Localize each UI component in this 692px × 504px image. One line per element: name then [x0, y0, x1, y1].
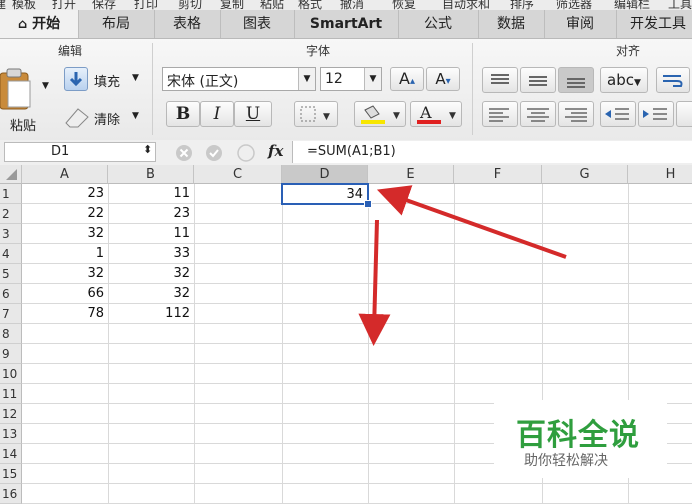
align-top-icon — [491, 74, 509, 84]
paint-bucket-icon: ▼ — [361, 105, 400, 124]
watermark-subtitle: 助你轻松解决 — [524, 453, 608, 469]
group-divider — [472, 43, 473, 135]
toolbar-item[interactable]: 剪切 — [178, 0, 202, 10]
fill-color-button[interactable]: ▼ — [354, 101, 406, 127]
toolbar-item[interactable]: 工具 — [668, 0, 692, 10]
arrow-to-cell — [376, 185, 567, 259]
home-icon: ⌂ — [17, 17, 28, 32]
fx-label[interactable]: fx — [268, 142, 283, 160]
eraser-icon[interactable] — [62, 105, 92, 129]
align-more-button[interactable] — [676, 101, 692, 127]
svg-text:▼: ▼ — [323, 112, 330, 122]
tab-tables[interactable]: 表格 — [154, 10, 221, 38]
increase-indent-icon — [643, 108, 667, 120]
fill-icon[interactable] — [64, 67, 88, 91]
toolbar-item[interactable]: 保存 — [92, 0, 116, 10]
toolbar-item[interactable]: 打开 — [52, 0, 76, 10]
group-divider — [152, 43, 153, 135]
underline-button[interactable]: U — [234, 101, 272, 127]
toolbar-item[interactable]: 撤消 — [340, 0, 364, 10]
stepper-icon: ⬍ — [143, 143, 153, 156]
italic-button[interactable]: I — [200, 101, 234, 127]
chevron-down-icon: ▼ — [298, 68, 315, 90]
top-toolbar: 建 模板 打开 保存 打印 剪切 复制 粘贴 格式 撤消 恢复 自动求和 排序 … — [0, 0, 692, 10]
toolbar-item[interactable]: 模板 — [12, 0, 36, 10]
svg-text:▼: ▼ — [449, 111, 456, 121]
tab-charts[interactable]: 图表 — [220, 10, 295, 38]
svg-text:▼: ▼ — [393, 111, 400, 121]
paste-button[interactable]: 粘贴 — [0, 65, 48, 134]
toolbar-item[interactable]: 编辑栏 — [614, 0, 650, 10]
function-wizard-icon[interactable] — [236, 143, 256, 163]
align-middle-icon — [529, 76, 547, 86]
font-color-icon: A ▼ — [417, 103, 456, 124]
tab-review[interactable]: 审阅 — [544, 10, 617, 38]
formula-input[interactable]: =SUM(A1;B1) — [292, 141, 692, 163]
clear-dropdown-arrow[interactable]: ▼ — [132, 111, 139, 121]
spreadsheet-grid: A B C D E F G H 1 2 3 4 5 6 7 8 9 10 11 12 13 14 15 16 … — [0, 165, 692, 504]
cancel-icon[interactable] — [174, 143, 194, 163]
wrap-text-button[interactable] — [656, 67, 690, 93]
tab-data[interactable]: 数据 — [478, 10, 545, 38]
border-icon: ▼ — [300, 106, 330, 122]
align-bottom-button[interactable] — [558, 67, 594, 93]
toolbar-item[interactable]: 自动求和 — [442, 0, 490, 10]
clear-label[interactable]: 清除 — [94, 109, 120, 128]
font-color-button[interactable]: A ▼ — [410, 101, 462, 127]
decrease-indent-button[interactable] — [600, 101, 636, 127]
align-right-icon — [565, 108, 587, 122]
tab-home[interactable]: ⌂ 开始 — [0, 10, 79, 38]
toolbar-item[interactable]: 格式 — [298, 0, 322, 10]
decrease-indent-icon — [605, 108, 629, 120]
bold-button[interactable]: B — [166, 101, 200, 127]
group-title-edit: 编辑 — [58, 44, 83, 58]
paste-label: 粘贴 — [10, 119, 37, 134]
watermark-title: 百科全说 — [516, 418, 640, 453]
fill-dropdown-arrow[interactable]: ▼ — [132, 73, 139, 83]
align-bottom-icon — [567, 78, 585, 88]
watermark: 百科全说 助你轻松解决 — [494, 400, 667, 478]
wrap-text-icon — [663, 75, 683, 87]
increase-font-button[interactable]: A▴ — [390, 67, 424, 91]
align-left-icon — [489, 108, 509, 122]
arrow-down — [358, 219, 391, 346]
toolbar-item[interactable]: 排序 — [510, 0, 534, 10]
chevron-down-icon: ▼ — [364, 68, 381, 90]
paste-dropdown-arrow[interactable]: ▼ — [42, 81, 49, 91]
toolbar-item[interactable]: 粘贴 — [260, 0, 284, 10]
tab-developer[interactable]: 开发工具 — [616, 10, 692, 38]
align-center-icon — [527, 108, 549, 122]
clipboard-icon — [0, 68, 31, 110]
align-right-button[interactable] — [558, 101, 594, 127]
increase-indent-button[interactable] — [638, 101, 674, 127]
align-left-button[interactable] — [482, 101, 518, 127]
align-center-button[interactable] — [520, 101, 556, 127]
tab-formulas[interactable]: 公式 — [398, 10, 479, 38]
tab-smartart[interactable]: SmartArt — [294, 10, 399, 38]
ribbon-tabs: ⌂ 开始 布局 表格 图表 SmartArt 公式 数据 审阅 开发工具 — [0, 10, 692, 39]
text-orientation-button[interactable]: abc▼ — [600, 67, 648, 93]
tab-layout[interactable]: 布局 — [78, 10, 155, 38]
toolbar-item[interactable]: 打印 — [134, 0, 158, 10]
fill-label[interactable]: 填充 — [94, 71, 120, 90]
font-name-select[interactable]: 宋体 (正文) ▼ — [162, 67, 316, 91]
borders-button[interactable]: ▼ — [294, 101, 338, 127]
name-box[interactable]: D1 ⬍ — [4, 142, 156, 162]
ribbon: 编辑 字体 对齐 粘贴 ▼ 填充 ▼ 清除 ▼ 宋体 (正文) ▼ 12 ▼ A… — [0, 39, 692, 141]
toolbar-item[interactable]: 复制 — [220, 0, 244, 10]
toolbar-item[interactable]: 筛选器 — [556, 0, 592, 10]
group-title-font: 字体 — [306, 44, 331, 58]
group-title-align: 对齐 — [616, 44, 641, 58]
svg-text:A: A — [419, 103, 432, 122]
toolbar-item[interactable]: 恢复 — [392, 0, 416, 10]
formula-bar: D1 ⬍ fx =SUM(A1;B1) — [0, 140, 692, 166]
confirm-icon[interactable] — [204, 143, 224, 163]
toolbar-item[interactable]: 建 — [0, 0, 6, 10]
align-top-button[interactable] — [482, 67, 518, 93]
font-size-select[interactable]: 12 ▼ — [320, 67, 382, 91]
decrease-font-button[interactable]: A▾ — [426, 67, 460, 91]
align-middle-button[interactable] — [520, 67, 556, 93]
